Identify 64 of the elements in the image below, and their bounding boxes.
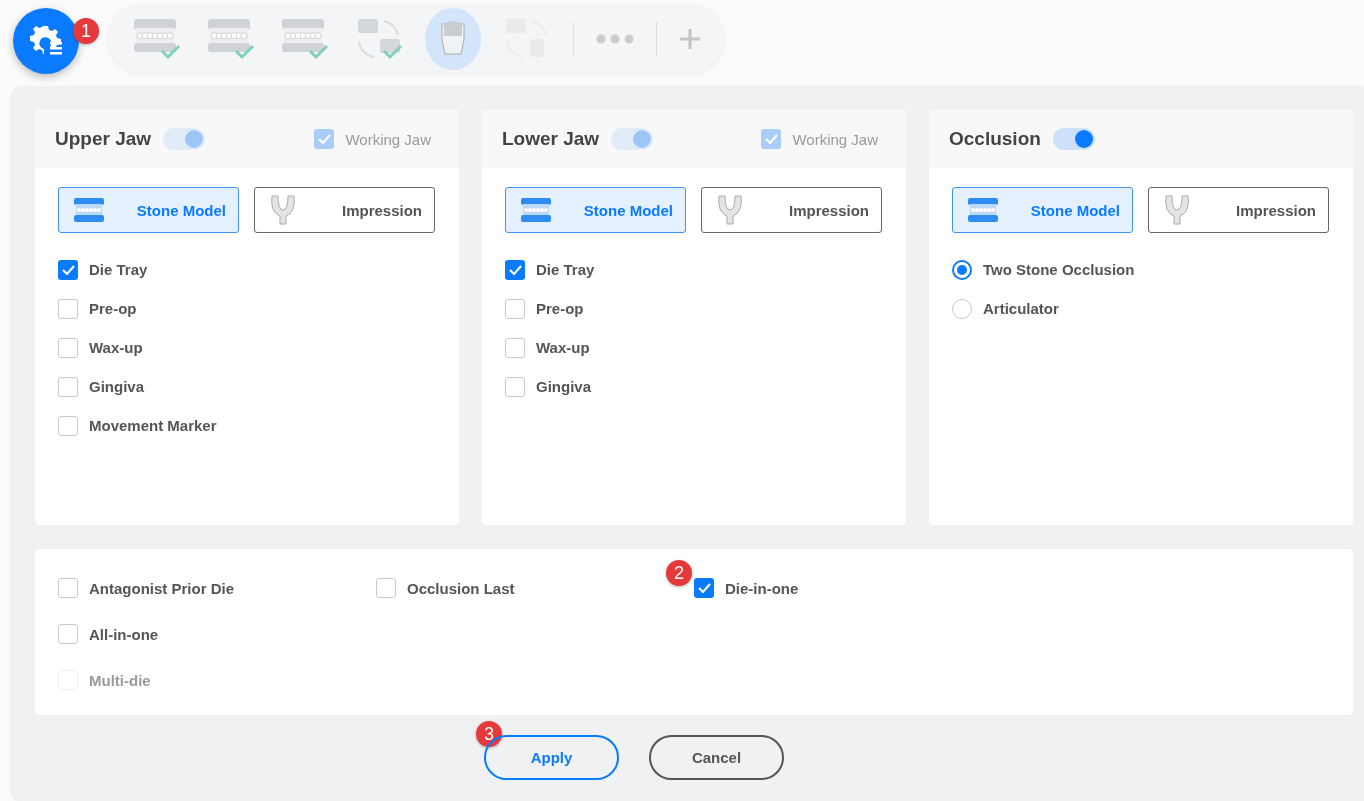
- check-icon: [317, 134, 331, 144]
- checkbox[interactable]: [58, 298, 78, 319]
- option-label: Antagonist Prior Die: [89, 579, 234, 597]
- option-label: Articulator: [983, 300, 1059, 317]
- checkbox[interactable]: [376, 578, 396, 598]
- checkbox[interactable]: [505, 376, 525, 397]
- model-type-button[interactable]: Impression: [701, 187, 882, 233]
- check-icon: [697, 583, 711, 593]
- option-label: Die-in-one: [725, 579, 799, 597]
- model-type-button[interactable]: Stone Model: [952, 187, 1133, 233]
- check-icon: [61, 264, 75, 275]
- step-badge: 3: [476, 721, 502, 747]
- more-icon: [596, 34, 635, 44]
- working-jaw-label: Working Jaw: [792, 130, 878, 148]
- option-label: Die Tray: [536, 261, 595, 278]
- settings-icon: [29, 25, 63, 57]
- checkbox[interactable]: [58, 259, 78, 280]
- stone-model-icon: [73, 197, 105, 223]
- stone-model-icon: [520, 197, 552, 223]
- dental-model-icon: [132, 17, 182, 61]
- checkbox[interactable]: [505, 298, 525, 319]
- model-type-button[interactable]: Impression: [1148, 187, 1329, 233]
- option-label: Die Tray: [89, 261, 148, 278]
- checkbox[interactable]: [58, 415, 78, 436]
- impression-tray-icon: [716, 194, 744, 226]
- checkbox[interactable]: [694, 578, 714, 598]
- checkbox[interactable]: [505, 337, 525, 358]
- option-label: Gingiva: [536, 378, 591, 395]
- check-icon: [764, 134, 778, 144]
- checkbox[interactable]: [505, 259, 525, 280]
- option-label: Two Stone Occlusion: [983, 261, 1135, 278]
- checkbox[interactable]: [58, 578, 78, 598]
- impression-tray-icon: [1163, 194, 1191, 226]
- checkbox[interactable]: [58, 624, 78, 644]
- model-type-button[interactable]: Stone Model: [58, 187, 239, 233]
- working-jaw-label: Working Jaw: [345, 130, 431, 148]
- option-label: Multi-die: [89, 671, 151, 689]
- option-label: Wax-up: [89, 339, 143, 356]
- card-title: Lower Jaw: [502, 128, 600, 150]
- step-badge: 1: [73, 18, 99, 44]
- dental-model-icon: [206, 17, 257, 61]
- option-label: Gingiva: [89, 378, 144, 395]
- option-label: All-in-one: [89, 625, 159, 643]
- option-label: Occlusion Last: [407, 579, 515, 597]
- check-icon: [508, 264, 522, 275]
- radio-button[interactable]: [952, 259, 972, 280]
- plus-icon: [679, 28, 701, 50]
- step-badge: 2: [666, 560, 692, 586]
- option-label: Pre-op: [536, 300, 584, 317]
- option-label: Movement Marker: [89, 417, 217, 434]
- dental-model-icon: [280, 17, 331, 61]
- toggle-switch[interactable]: [1052, 128, 1095, 150]
- cancel-button[interactable]: Cancel: [649, 735, 784, 780]
- settings-button[interactable]: [13, 8, 79, 74]
- card-title: Occlusion: [949, 128, 1041, 150]
- option-label: Pre-op: [89, 300, 137, 317]
- model-type-button[interactable]: Stone Model: [505, 187, 686, 233]
- checkbox[interactable]: [58, 337, 78, 358]
- card-title: Upper Jaw: [55, 128, 152, 150]
- checkbox[interactable]: [58, 376, 78, 397]
- option-label: Wax-up: [536, 339, 590, 356]
- impression-tray-icon: [269, 194, 297, 226]
- model-type-button[interactable]: Impression: [254, 187, 435, 233]
- stone-model-icon: [967, 197, 999, 223]
